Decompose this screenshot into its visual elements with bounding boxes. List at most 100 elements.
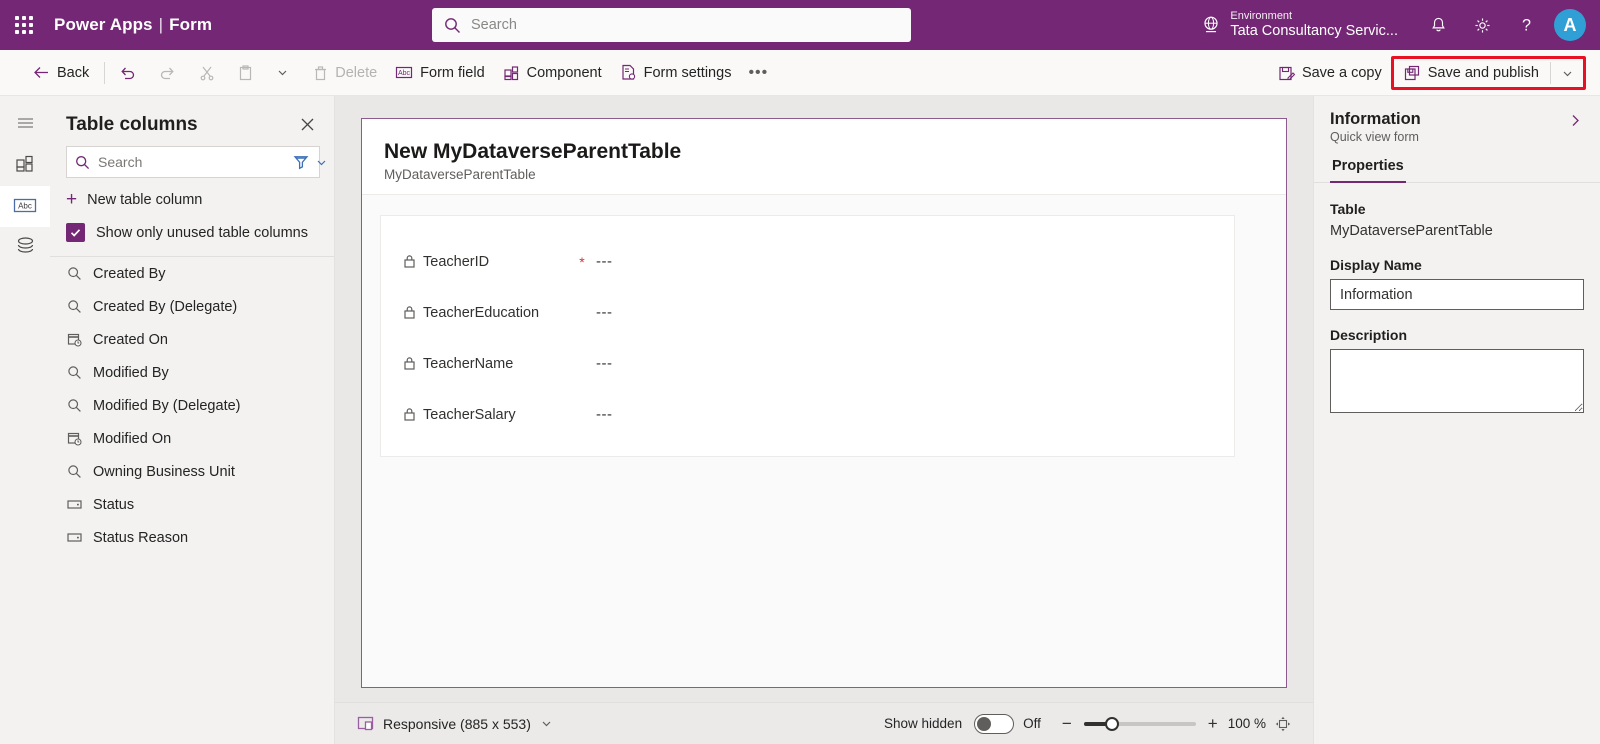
- left-icon-rail: Abc: [0, 96, 50, 744]
- command-bar: Back Delete Abc Form field Component For…: [0, 50, 1600, 96]
- show-hidden-toggle[interactable]: [974, 713, 1015, 734]
- designer-status-bar: Responsive (885 x 553) Show hidden Off −: [335, 702, 1313, 744]
- cut-button[interactable]: [191, 56, 230, 90]
- save-and-publish-highlight: Save and publish: [1390, 56, 1586, 90]
- form-field-row[interactable]: TeacherSalary ---: [403, 389, 1212, 440]
- form-settings-button[interactable]: Form settings: [611, 56, 741, 90]
- list-item[interactable]: Created On: [50, 323, 334, 356]
- svg-text:?: ?: [1522, 16, 1531, 34]
- list-item[interactable]: Status: [50, 488, 334, 521]
- help-button[interactable]: ?: [1504, 0, 1548, 50]
- filter-funnel-icon[interactable]: [293, 154, 309, 170]
- search-input[interactable]: [471, 17, 899, 33]
- fit-to-screen-icon[interactable]: [1275, 716, 1291, 732]
- field-label-text: TeacherName: [423, 355, 514, 372]
- brand-title[interactable]: Power Apps | Form: [48, 15, 212, 35]
- form-field-row[interactable]: TeacherID * ---: [403, 236, 1212, 287]
- field-label-text: TeacherSalary: [423, 406, 516, 423]
- show-hidden-label: Show hidden: [884, 716, 963, 731]
- save-a-copy-button[interactable]: Save a copy: [1269, 56, 1391, 90]
- close-panel-button[interactable]: [295, 114, 320, 135]
- collapse-panel-button[interactable]: [1565, 110, 1586, 131]
- form-field-row[interactable]: TeacherEducation ---: [403, 287, 1212, 338]
- list-item[interactable]: Modified By: [50, 356, 334, 389]
- form-field-button[interactable]: Abc Form field: [386, 56, 493, 90]
- save-and-publish-button[interactable]: Save and publish: [1395, 56, 1548, 90]
- save-a-copy-label: Save a copy: [1301, 65, 1382, 81]
- chevron-right-icon: [1572, 115, 1579, 126]
- brand-separator: |: [158, 15, 164, 34]
- device-selector[interactable]: Responsive (885 x 553): [357, 715, 553, 732]
- rail-item-menu[interactable]: [0, 104, 50, 145]
- scissors-icon: [199, 65, 215, 81]
- notifications-button[interactable]: [1416, 0, 1460, 50]
- properties-panel-header: Information Quick view form: [1314, 96, 1600, 154]
- panel-title: Table columns: [66, 114, 198, 135]
- panel-header: Table columns: [50, 96, 334, 146]
- arrow-left-icon: [33, 65, 50, 80]
- list-item[interactable]: Created By: [50, 257, 334, 290]
- zoom-slider[interactable]: [1083, 716, 1196, 731]
- list-item[interactable]: Status Reason: [50, 521, 334, 554]
- environment-value: Tata Consultancy Servic...: [1230, 22, 1398, 39]
- components-grid-icon: [15, 154, 36, 177]
- command-bar-right: Save a copy Save and publish: [1269, 50, 1586, 96]
- more-commands-button[interactable]: •••: [740, 56, 776, 90]
- app-launcher-icon[interactable]: [0, 0, 48, 50]
- environment-selector[interactable]: Environment Tata Consultancy Servic...: [1201, 10, 1398, 39]
- rail-item-tree-view[interactable]: [0, 227, 50, 268]
- zoom-in-button[interactable]: +: [1203, 715, 1223, 732]
- new-table-column-button[interactable]: + New table column: [50, 178, 334, 219]
- component-button[interactable]: Component: [494, 56, 611, 90]
- paste-options-button[interactable]: [268, 56, 304, 90]
- rail-item-table-columns[interactable]: Abc: [0, 186, 50, 227]
- columns-search-input[interactable]: [98, 154, 279, 170]
- svg-text:Abc: Abc: [398, 70, 411, 77]
- search-icon: [75, 155, 90, 170]
- form-canvas[interactable]: New MyDataverseParentTable MyDataversePa…: [361, 118, 1287, 688]
- form-section[interactable]: TeacherID * --- TeacherEducation --- Tea…: [380, 215, 1235, 458]
- chevron-down-icon: [540, 717, 553, 730]
- field-label: TeacherEducation: [403, 305, 568, 321]
- tab-properties[interactable]: Properties: [1330, 154, 1406, 183]
- list-item[interactable]: Created By (Delegate): [50, 290, 334, 323]
- lock-icon: [403, 356, 416, 371]
- plus-icon: +: [66, 189, 78, 210]
- show-unused-label: Show only unused table columns: [96, 224, 308, 241]
- display-name-label: Display Name: [1330, 257, 1422, 273]
- back-button[interactable]: Back: [24, 56, 98, 90]
- list-item-label: Owning Business Unit: [93, 463, 235, 480]
- properties-panel: Information Quick view form Properties T…: [1313, 96, 1600, 744]
- table-field-value: MyDataverseParentTable: [1330, 223, 1493, 239]
- globe-icon: [1201, 15, 1221, 35]
- checkbox-checked-icon: [66, 223, 85, 242]
- columns-search[interactable]: [66, 146, 326, 178]
- undo-button[interactable]: [111, 56, 151, 90]
- zoom-out-button[interactable]: −: [1057, 715, 1077, 732]
- list-item[interactable]: Owning Business Unit: [50, 455, 334, 488]
- show-unused-checkbox[interactable]: Show only unused table columns: [50, 219, 334, 256]
- list-item[interactable]: Modified By (Delegate): [50, 389, 334, 422]
- search-icon: [444, 17, 461, 34]
- avatar[interactable]: A: [1554, 9, 1586, 41]
- save-options-button[interactable]: [1553, 56, 1582, 90]
- delete-button[interactable]: Delete: [304, 56, 386, 90]
- display-name-input[interactable]: [1330, 279, 1584, 310]
- list-item[interactable]: Modified On: [50, 422, 334, 455]
- settings-button[interactable]: [1460, 0, 1504, 50]
- paste-button[interactable]: [230, 56, 268, 90]
- gear-icon: [1474, 17, 1490, 33]
- form-field-row[interactable]: TeacherName ---: [403, 338, 1212, 389]
- filter-chevron-down-icon[interactable]: [315, 156, 328, 169]
- choice-icon: [66, 530, 83, 545]
- description-textarea[interactable]: [1330, 349, 1584, 413]
- table-columns-list: Created By Created By (Delegate) Created…: [50, 257, 334, 744]
- redo-button[interactable]: [151, 56, 191, 90]
- rail-item-components[interactable]: [0, 145, 50, 186]
- field-value: ---: [596, 406, 613, 424]
- properties-content: Table MyDataverseParentTable Display Nam…: [1314, 183, 1600, 430]
- header-right-cluster: Environment Tata Consultancy Servic... ?…: [1201, 0, 1600, 50]
- zoom-slider-handle[interactable]: [1104, 716, 1119, 731]
- global-search[interactable]: [432, 8, 911, 42]
- form-field-icon: Abc: [395, 65, 413, 80]
